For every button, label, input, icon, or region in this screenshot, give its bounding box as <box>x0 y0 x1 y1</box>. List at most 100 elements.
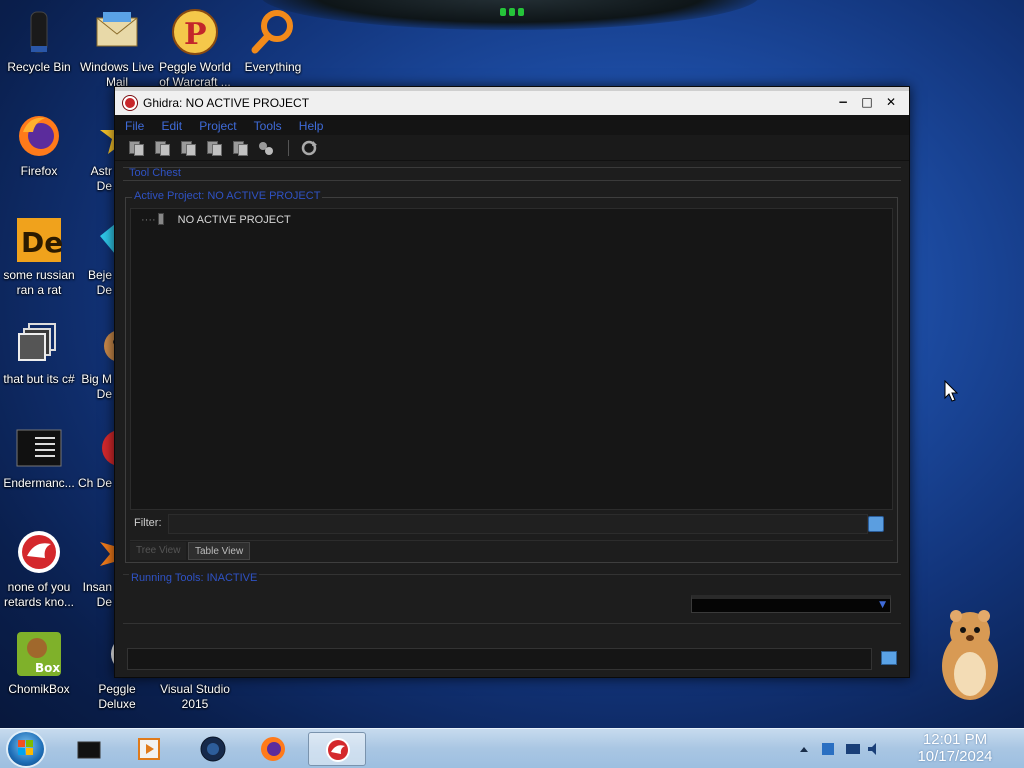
link-icon[interactable] <box>257 139 275 157</box>
close-project-icon[interactable] <box>179 139 197 157</box>
desktop-icon-label: Big M De <box>81 372 112 401</box>
volume-icon <box>868 743 876 755</box>
tab-tree-view[interactable]: Tree View <box>130 542 187 560</box>
globe-icon <box>200 736 226 762</box>
character-icon <box>96 320 114 368</box>
menu-bar: File Edit Project Tools Help <box>115 115 909 135</box>
search-icon <box>249 8 297 56</box>
chevron-down-icon: ▼ <box>879 600 886 610</box>
active-project-panel: Active Project: NO ACTIVE PROJECT ···· NO… <box>125 190 898 563</box>
desktop-icon-label: Recycle Bin <box>7 60 71 74</box>
desktop-icon-windows-live-mail[interactable]: Windows Live Mail <box>78 8 156 90</box>
desktop-icon-astr[interactable]: Astr De <box>78 112 114 194</box>
taskbar-globe[interactable] <box>188 732 238 766</box>
filter-options-icon[interactable] <box>868 516 884 532</box>
green-led-indicator <box>500 6 526 16</box>
peggle-icon: P <box>171 8 219 56</box>
minimize-button[interactable]: − <box>833 94 853 110</box>
menu-project[interactable]: Project <box>199 116 236 136</box>
view-tabs: Tree View Table View <box>130 540 893 560</box>
burst-icon <box>96 528 114 576</box>
taskbar-media-player[interactable] <box>124 732 174 766</box>
ghidra-window[interactable]: Ghidra: NO ACTIVE PROJECT − □ ✕ File Edi… <box>114 86 910 678</box>
desktop-icon-recycle-bin[interactable]: Recycle Bin <box>0 8 78 75</box>
open-project-icon[interactable] <box>153 139 171 157</box>
star-icon <box>96 112 114 160</box>
menu-help[interactable]: Help <box>299 116 324 136</box>
menu-file[interactable]: File <box>125 116 144 136</box>
filter-row: Filter: <box>130 514 893 536</box>
taskbar-file-explorer[interactable] <box>64 732 114 766</box>
clock-date: 10/17/2024 <box>917 748 993 765</box>
terminal-icon <box>15 424 63 472</box>
de-icon: De <box>15 216 63 264</box>
desktop-icon-insane[interactable]: Insan De <box>78 528 114 610</box>
desktop-icon-label: Firefox <box>20 164 58 178</box>
desktop-icon-label: Insan De <box>82 580 112 609</box>
desktop-icon-endermanch[interactable]: Endermanc... <box>0 424 78 491</box>
monitor-icon[interactable] <box>881 651 897 665</box>
menu-tools[interactable]: Tools <box>254 116 282 136</box>
running-tools-dropdown[interactable]: ▼ <box>691 595 891 613</box>
filter-label: Filter: <box>134 517 162 529</box>
desktop-icon-label: Peggle Deluxe <box>98 682 136 711</box>
desktop-icon-bejeweled[interactable]: Beje De <box>78 216 114 298</box>
desktop-icon-label: Everything <box>244 60 302 74</box>
project-tree[interactable]: ···· NO ACTIVE PROJECT <box>130 208 893 510</box>
window-title: Ghidra: NO ACTIVE PROJECT <box>143 96 310 110</box>
active-project-label: Active Project: NO ACTIVE PROJECT <box>132 190 323 202</box>
hamster-icon <box>942 610 998 700</box>
desktop-icon-visual-studio[interactable]: Visual Studio 2015 <box>156 682 234 722</box>
start-button[interactable] <box>6 730 46 768</box>
new-project-icon[interactable] <box>127 139 145 157</box>
toolbar-separator <box>287 140 289 156</box>
mouse-cursor-icon <box>944 380 958 402</box>
running-tools-panel: Running Tools: INACTIVE ▼ <box>123 572 901 624</box>
desktop-icon-ghidra-shortcut[interactable]: none of you retards kno... <box>0 528 78 610</box>
window-titlebar[interactable]: Ghidra: NO ACTIVE PROJECT − □ ✕ <box>115 87 909 115</box>
desktop-icon-label: that but its c# <box>3 372 75 386</box>
desktop-icon-label: ChomikBox <box>8 682 70 696</box>
desktop-icon-big-money[interactable]: Big M De <box>78 320 114 402</box>
device-icon <box>822 743 834 755</box>
gem-icon <box>96 216 114 264</box>
desktop-icon-label: some russian ran a rat <box>3 268 75 297</box>
ghidra-icon <box>123 96 137 110</box>
svg-text:P: P <box>184 17 207 52</box>
delete-project-icon[interactable] <box>231 139 249 157</box>
copy-icon <box>15 320 63 368</box>
ghidra-icon <box>15 528 63 576</box>
system-tray <box>800 743 876 755</box>
desktop-icon-label: Beje De <box>87 268 112 297</box>
toolbar <box>115 135 909 161</box>
chevron-up-icon <box>800 747 808 752</box>
status-bar <box>127 648 872 670</box>
desktop-icon-label: Ch De <box>78 476 113 490</box>
firefox-icon <box>261 737 285 761</box>
desktop-icon-russian-rat[interactable]: De some russian ran a rat <box>0 216 78 298</box>
desktop-icon-chomikbox[interactable]: Box ChomikBox <box>0 630 78 697</box>
tree-root-node[interactable]: ···· NO ACTIVE PROJECT <box>141 213 291 226</box>
maximize-button[interactable]: □ <box>857 94 877 110</box>
refresh-icon[interactable] <box>300 139 318 157</box>
close-button[interactable]: ✕ <box>881 94 901 110</box>
menu-edit[interactable]: Edit <box>161 116 182 136</box>
desktop-icon-peggle-wow[interactable]: P Peggle World of Warcraft ... <box>156 8 234 90</box>
save-project-icon[interactable] <box>205 139 223 157</box>
app-icon <box>96 424 114 472</box>
desktop-icon-csharp[interactable]: that but its c# <box>0 320 78 387</box>
ghidra-icon <box>326 738 350 762</box>
taskbar-ghidra[interactable] <box>308 732 366 766</box>
desktop-icon-firefox[interactable]: Firefox <box>0 112 78 179</box>
taskbar-clock[interactable]: 12:01 PM 10/17/2024 <box>890 731 1020 765</box>
tab-table-view[interactable]: Table View <box>188 542 251 560</box>
filter-input[interactable] <box>168 514 868 534</box>
file-explorer-icon <box>77 741 101 759</box>
desktop-icon-everything[interactable]: Everything <box>234 8 312 75</box>
taskbar-firefox[interactable] <box>248 732 298 766</box>
firefox-icon <box>15 112 63 160</box>
desktop-icon-ch[interactable]: Ch De <box>78 424 114 491</box>
svg-text:De: De <box>21 226 63 259</box>
svg-text:Box: Box <box>35 661 60 675</box>
taskbar: 12:01 PM 10/17/2024 <box>0 728 1024 768</box>
